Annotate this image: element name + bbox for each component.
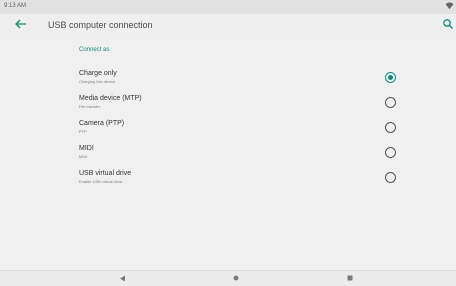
status-icons <box>445 1 454 12</box>
option-label: Media device (MTP) <box>79 95 142 102</box>
app-bar: USB computer connection <box>0 14 456 38</box>
radio-button[interactable] <box>385 97 396 108</box>
option-label: Charge only <box>79 70 117 77</box>
option-description: PTP <box>79 129 87 134</box>
section-header: Connect as <box>79 47 110 53</box>
arrow-left-icon[interactable] <box>13 16 29 32</box>
page-title: USB computer connection <box>48 20 153 30</box>
option-label: Camera (PTP) <box>79 120 125 127</box>
status-time: 9:13 AM <box>4 3 27 9</box>
radio-button[interactable] <box>385 147 396 158</box>
option-label: MIDI <box>79 145 94 152</box>
radio-button[interactable] <box>385 172 396 183</box>
option-usb-virtual-drive[interactable]: USB virtual drive Enable USB virtual dri… <box>0 167 456 191</box>
option-description: File transfer <box>79 104 101 109</box>
recents-icon[interactable] <box>347 275 353 281</box>
option-charge-only[interactable]: Charge only Charging this device <box>0 67 456 91</box>
radio-button[interactable] <box>385 122 396 133</box>
option-description: Enable USB virtual drive <box>79 179 123 184</box>
status-bar: 9:13 AM <box>0 0 456 14</box>
option-description: Charging this device <box>79 79 116 84</box>
option-midi[interactable]: MIDI MIDI <box>0 142 456 166</box>
search-icon[interactable] <box>442 18 454 30</box>
radio-button[interactable] <box>385 72 396 83</box>
option-media-device-mtp[interactable]: Media device (MTP) File transfer <box>0 92 456 116</box>
option-camera-ptp[interactable]: Camera (PTP) PTP <box>0 117 456 141</box>
usb-options-list: Connect as Charge only Charging this dev… <box>0 38 456 270</box>
back-icon[interactable] <box>119 275 126 282</box>
wifi-icon <box>445 2 454 10</box>
option-label: USB virtual drive <box>79 170 132 177</box>
home-icon[interactable] <box>233 275 239 281</box>
option-description: MIDI <box>79 154 88 159</box>
navigation-bar <box>0 270 456 286</box>
